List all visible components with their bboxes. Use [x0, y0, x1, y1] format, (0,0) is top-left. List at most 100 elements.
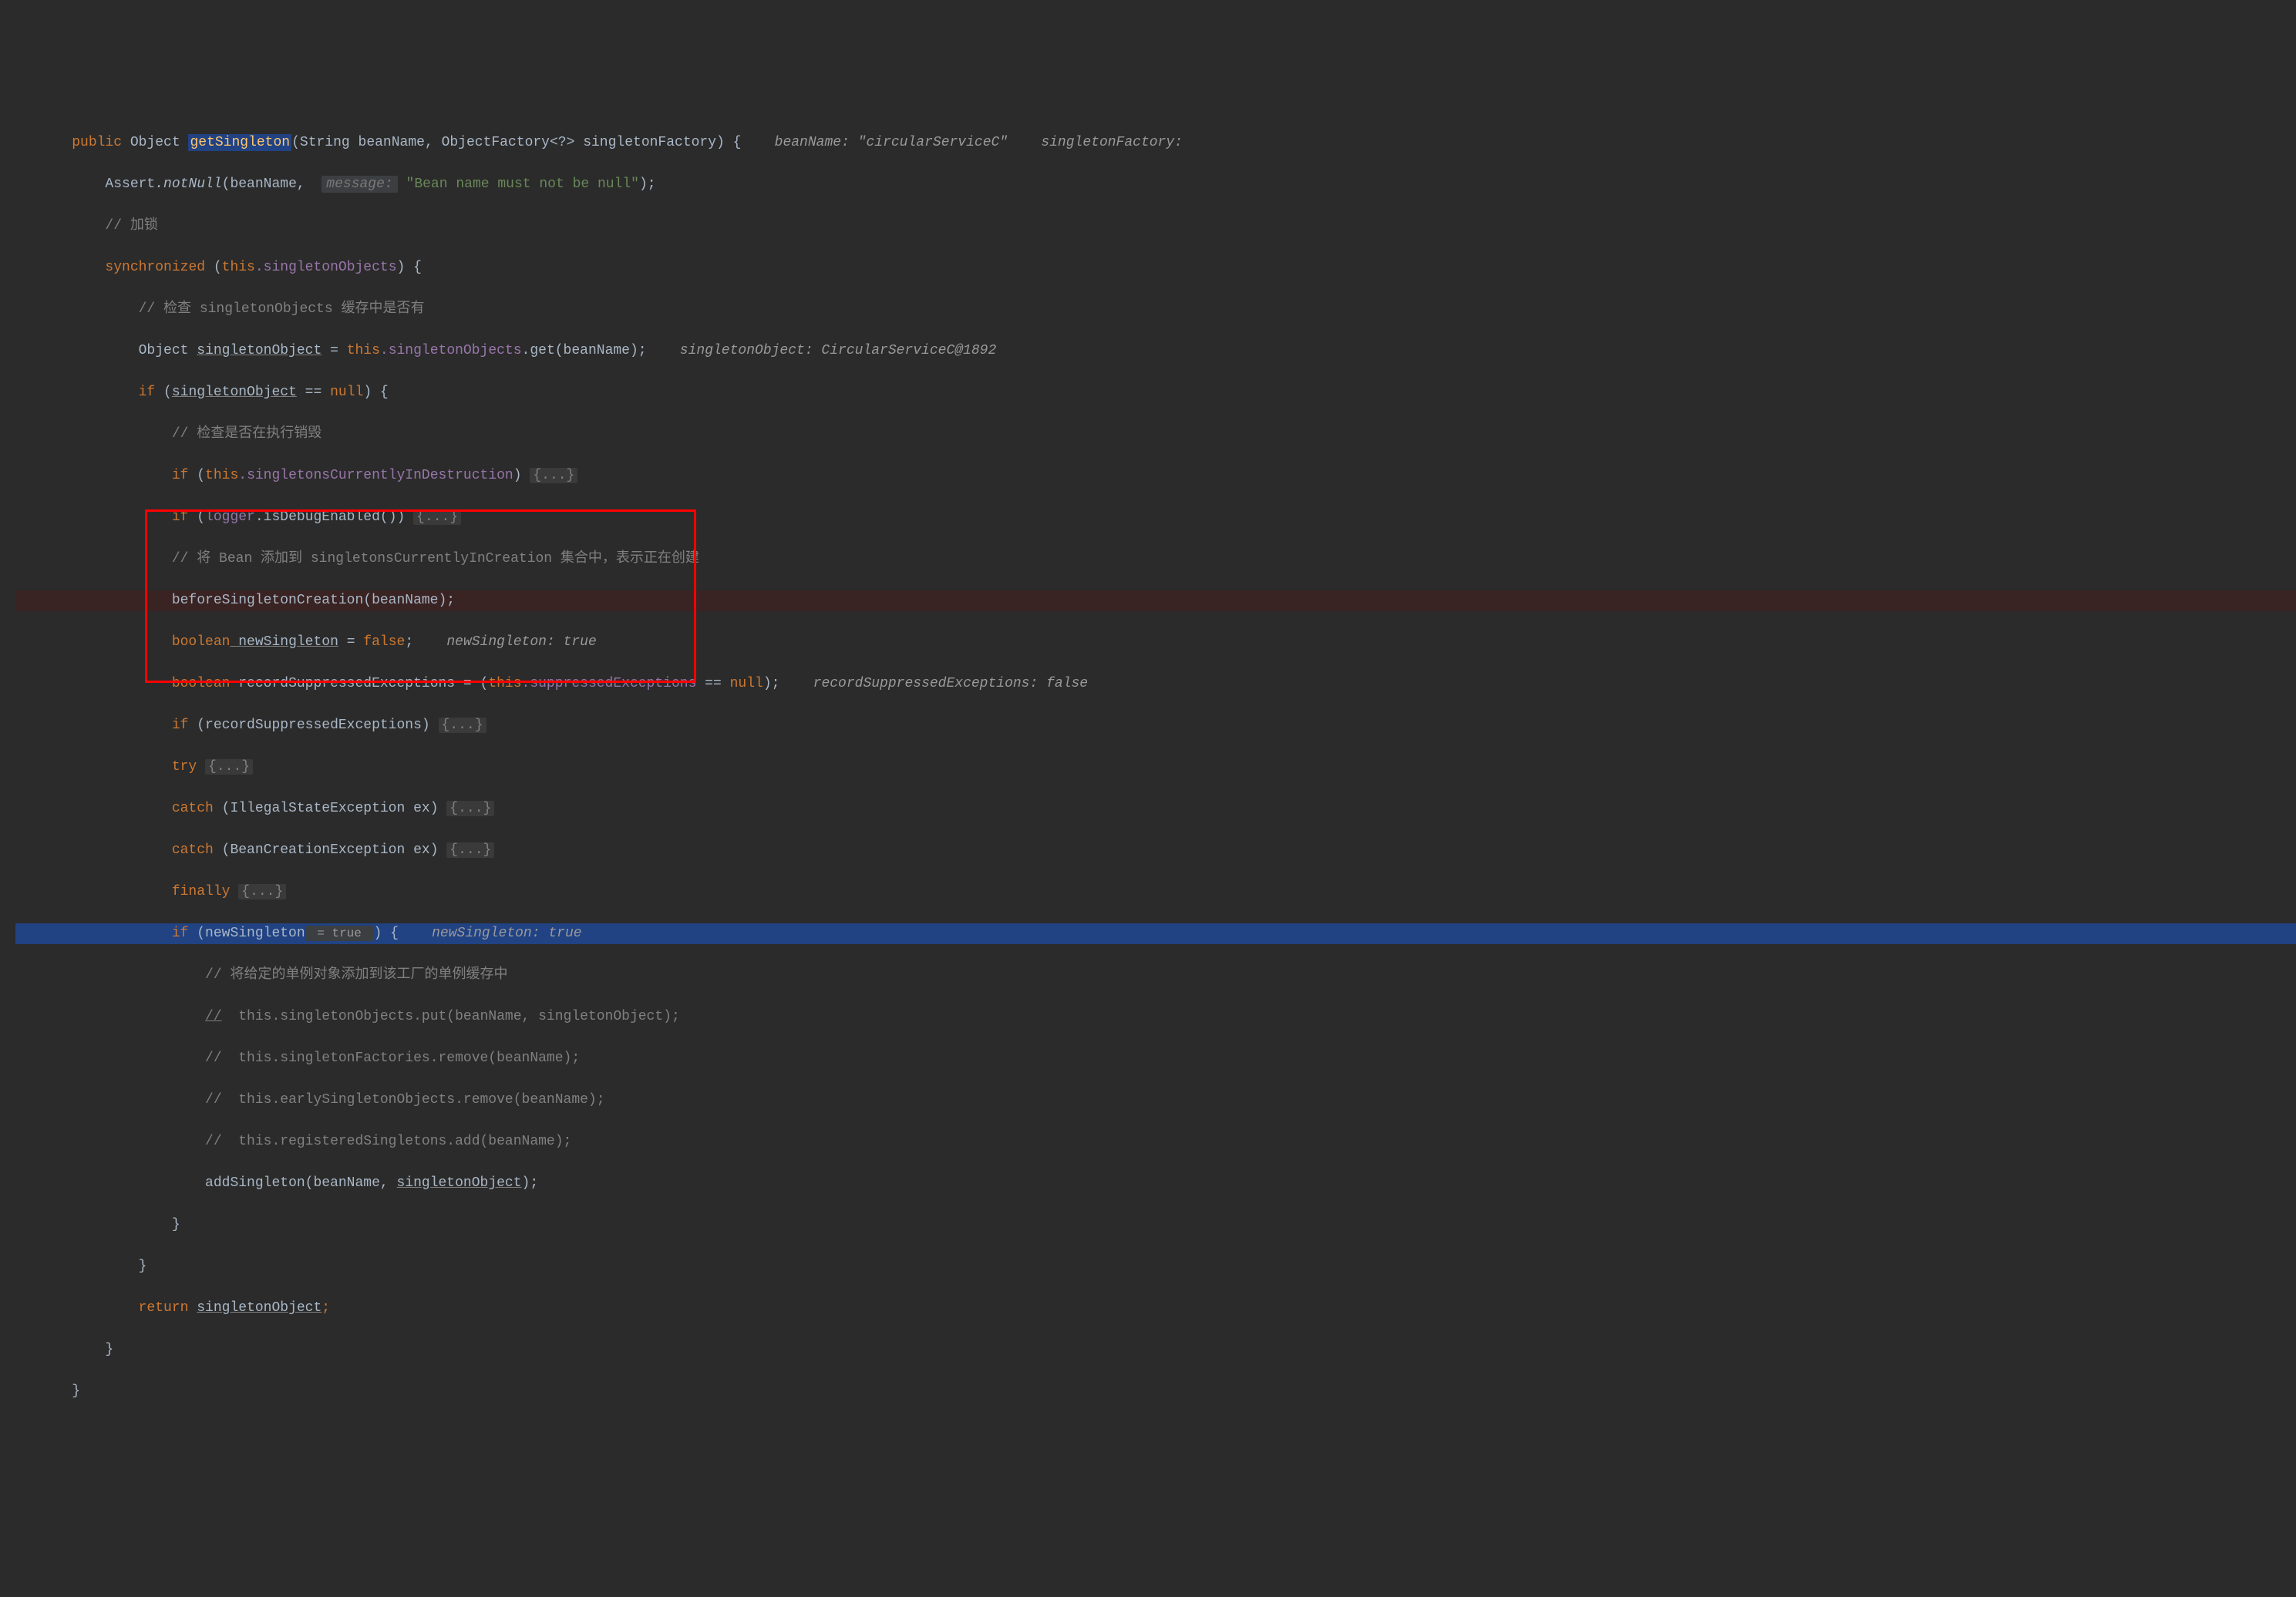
code-editor[interactable]: public Object getSingleton(String beanNa…	[15, 91, 2296, 1485]
code-line[interactable]: }	[15, 1381, 2296, 1402]
var-decl: recordSuppressedExceptions = (	[230, 676, 488, 691]
keyword-catch: catch	[172, 801, 214, 816]
paren: (	[291, 135, 300, 150]
param-hint: message:	[322, 176, 397, 193]
code-line[interactable]: // this.registeredSingletons.add(beanNam…	[15, 1131, 2296, 1152]
debug-inline-hint: beanName: "circularServiceC"	[775, 135, 1008, 150]
keyword-try: try	[172, 759, 197, 775]
paren: )	[513, 468, 530, 483]
param-type: String	[300, 135, 350, 150]
paren: (	[188, 509, 205, 525]
keyword-public: public	[72, 135, 122, 150]
keyword-synchronized: synchronized	[105, 260, 205, 275]
method-call: addSingleton(beanName,	[205, 1175, 396, 1191]
comment: // 将 Bean 添加到 singletonsCurrentlyInCreat…	[172, 551, 699, 567]
catch-param: (IllegalStateException ex)	[214, 801, 446, 816]
var-ref: singletonObject	[397, 1175, 522, 1191]
code-line[interactable]: }	[15, 1340, 2296, 1360]
comment: // 加锁	[105, 218, 157, 234]
semi: ;	[322, 1300, 330, 1316]
comment: // 将给定的单例对象添加到该工厂的单例缓存中	[205, 967, 507, 983]
code-line[interactable]: synchronized (this.singletonObjects) {	[15, 257, 2296, 278]
code-line[interactable]: // this.earlySingletonObjects.remove(bea…	[15, 1090, 2296, 1111]
folded-block[interactable]: {...}	[439, 718, 486, 733]
param-type: ObjectFactory<?>	[442, 135, 575, 150]
folded-block[interactable]: {...}	[530, 468, 577, 483]
code-line-execution-point[interactable]: if (newSingleton = true ) { newSingleton…	[15, 923, 2296, 944]
code-line[interactable]: public Object getSingleton(String beanNa…	[15, 133, 2296, 153]
code-line[interactable]: if (logger.isDebugEnabled()) {...}	[15, 507, 2296, 528]
comment: // this.earlySingletonObjects.remove(bea…	[205, 1092, 604, 1108]
sp	[197, 759, 205, 775]
folded-block[interactable]: {...}	[205, 759, 253, 775]
keyword-false: false	[363, 634, 405, 650]
folded-block[interactable]: {...}	[446, 801, 494, 816]
eq: =	[322, 343, 346, 358]
code-line[interactable]: boolean recordSuppressedExceptions = (th…	[15, 674, 2296, 694]
code-line[interactable]: // 检查 singletonObjects 缓存中是否有	[15, 299, 2296, 320]
code-line[interactable]: }	[15, 1215, 2296, 1236]
code-line[interactable]: if (recordSuppressedExceptions) {...}	[15, 715, 2296, 736]
field-ref: .singletonObjects	[380, 343, 522, 358]
code-line[interactable]: // this.singletonFactories.remove(beanNa…	[15, 1048, 2296, 1069]
code-line-breakpoint[interactable]: beforeSingletonCreation(beanName);	[15, 590, 2296, 611]
folded-block[interactable]: {...}	[446, 842, 494, 858]
paren: (	[205, 260, 222, 275]
keyword-null: null	[730, 676, 763, 691]
comment: // this.singletonFactories.remove(beanNa…	[205, 1051, 580, 1066]
debug-inline-hint: singletonObject: CircularServiceC@1892	[680, 343, 996, 358]
paren: (	[155, 385, 172, 400]
code-line[interactable]: addSingleton(beanName, singletonObject);	[15, 1173, 2296, 1194]
keyword-this: this	[222, 260, 255, 275]
code-line[interactable]: return singletonObject;	[15, 1298, 2296, 1319]
code-line[interactable]: // 将给定的单例对象添加到该工厂的单例缓存中	[15, 965, 2296, 986]
comment: // 检查是否在执行销毁	[172, 426, 322, 442]
code-line[interactable]: //// this.singletonObjects.put(beanName,…	[15, 1007, 2296, 1027]
catch-param: (BeanCreationException ex)	[214, 842, 446, 858]
keyword-null: null	[330, 385, 363, 400]
paren: );	[763, 676, 780, 691]
class-ref: Assert	[105, 177, 155, 192]
code-line[interactable]: try {...}	[15, 757, 2296, 778]
method-call: .isDebugEnabled())	[255, 509, 413, 525]
keyword-boolean: boolean	[172, 634, 231, 650]
field-ref: logger	[205, 509, 255, 525]
code-line[interactable]: // 检查是否在执行销毁	[15, 424, 2296, 445]
keyword-if: if	[172, 509, 189, 525]
code-line[interactable]: boolean newSingleton = false; newSinglet…	[15, 632, 2296, 653]
keyword-return: return	[139, 1300, 189, 1316]
keyword-if: if	[172, 468, 189, 483]
string-literal: "Bean name must not be null"	[406, 177, 639, 192]
inline-value-hint: = true	[305, 926, 374, 941]
type: Object	[139, 343, 197, 358]
debug-inline-hint: singletonFactory:	[1041, 135, 1183, 150]
brace: }	[105, 1342, 113, 1357]
field-ref: .suppressedExceptions	[522, 676, 697, 691]
folded-block[interactable]: {...}	[413, 509, 461, 525]
method-call: beforeSingletonCreation(beanName);	[172, 593, 455, 608]
code-line[interactable]: Object singletonObject = this.singletonO…	[15, 341, 2296, 361]
brace: ) {	[716, 135, 741, 150]
brace: }	[139, 1259, 147, 1274]
code-line[interactable]: finally {...}	[15, 882, 2296, 903]
code-line[interactable]: // 加锁	[15, 216, 2296, 237]
code-line[interactable]: catch (BeanCreationException ex) {...}	[15, 840, 2296, 861]
var-ref: singletonObject	[197, 1300, 322, 1316]
folded-block[interactable]: {...}	[238, 884, 286, 899]
code-line[interactable]: // 将 Bean 添加到 singletonsCurrentlyInCreat…	[15, 549, 2296, 570]
comma: ,	[425, 135, 442, 150]
keyword-this: this	[488, 676, 521, 691]
code-line[interactable]: Assert.notNull(beanName, message: "Bean …	[15, 174, 2296, 195]
code-line[interactable]: if (singletonObject == null) {	[15, 382, 2296, 403]
code-line[interactable]: catch (IllegalStateException ex) {...}	[15, 798, 2296, 819]
args: (beanName,	[222, 177, 305, 192]
debug-inline-hint: newSingleton: true	[432, 926, 581, 941]
code-line[interactable]: if (this.singletonsCurrentlyInDestructio…	[15, 466, 2296, 486]
keyword-if: if	[139, 385, 156, 400]
code-line[interactable]: }	[15, 1256, 2296, 1277]
sp	[230, 884, 238, 899]
var-ref: (recordSuppressedExceptions)	[188, 718, 438, 733]
debug-inline-hint: recordSuppressedExceptions: false	[813, 676, 1088, 691]
eq: =	[338, 634, 363, 650]
keyword-finally: finally	[172, 884, 231, 899]
